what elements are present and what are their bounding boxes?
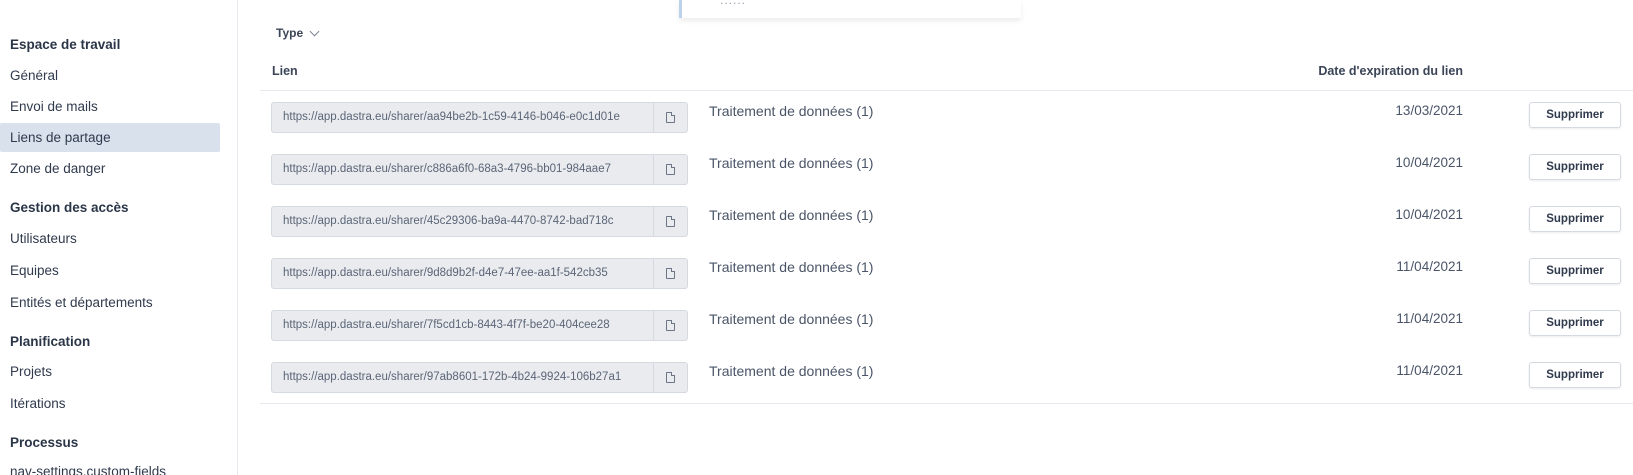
- shared-object: Traitement de données (1): [709, 311, 874, 327]
- column-header-expiry: Date d'expiration du lien: [1318, 64, 1463, 78]
- delete-button[interactable]: Supprimer: [1529, 258, 1621, 284]
- delete-button[interactable]: Supprimer: [1529, 154, 1621, 180]
- table-row: https://app.dastra.eu/sharer/45c29306-ba…: [260, 195, 1633, 247]
- section-workspace: Espace de travail: [10, 37, 121, 52]
- expiry-date: 13/03/2021: [1395, 103, 1463, 118]
- sidebar-item-danger-zone[interactable]: Zone de danger: [0, 154, 220, 183]
- sidebar-item-share-links[interactable]: Liens de partage: [0, 123, 220, 152]
- share-link-url[interactable]: https://app.dastra.eu/sharer/aa94be2b-1c…: [272, 103, 653, 132]
- section-process: Processus: [10, 435, 79, 450]
- sidebar-item-general[interactable]: Général: [0, 61, 220, 90]
- expiry-date: 10/04/2021: [1395, 207, 1463, 222]
- shared-object: Traitement de données (1): [709, 155, 874, 171]
- copy-link-button[interactable]: [653, 363, 687, 392]
- share-link-field[interactable]: https://app.dastra.eu/sharer/7f5cd1cb-84…: [271, 310, 688, 341]
- table-row: https://app.dastra.eu/sharer/7f5cd1cb-84…: [260, 299, 1633, 351]
- delete-button[interactable]: Supprimer: [1529, 206, 1621, 232]
- type-filter-label: Type: [276, 26, 304, 40]
- dropdown-popup: ......: [679, 0, 1021, 18]
- sidebar-item-entities[interactable]: Entités et départements: [0, 288, 220, 317]
- expiry-date: 11/04/2021: [1396, 311, 1463, 326]
- sidebar-item-custom-fields[interactable]: nav-settings.custom-fields: [0, 457, 220, 475]
- document-copy-icon: [666, 372, 675, 383]
- copy-link-button[interactable]: [653, 103, 687, 132]
- expiry-date: 11/04/2021: [1396, 363, 1463, 378]
- delete-button[interactable]: Supprimer: [1529, 102, 1621, 128]
- delete-button[interactable]: Supprimer: [1529, 310, 1621, 336]
- table-row: https://app.dastra.eu/sharer/97ab8601-17…: [260, 351, 1633, 403]
- sidebar-item-projects[interactable]: Projets: [0, 357, 220, 386]
- document-copy-icon: [666, 164, 675, 175]
- sidebar-item-mail[interactable]: Envoi de mails: [0, 92, 220, 121]
- table-row: https://app.dastra.eu/sharer/9d8d9b2f-d4…: [260, 247, 1633, 299]
- document-copy-icon: [666, 216, 675, 227]
- shared-object: Traitement de données (1): [709, 363, 874, 379]
- chevron-down-icon: [309, 26, 320, 36]
- sidebar-item-iterations[interactable]: Itérations: [0, 389, 220, 418]
- settings-sidebar: Espace de travail Général Envoi de mails…: [0, 0, 238, 475]
- copy-link-button[interactable]: [653, 259, 687, 288]
- share-link-field[interactable]: https://app.dastra.eu/sharer/aa94be2b-1c…: [271, 102, 688, 133]
- share-link-field[interactable]: https://app.dastra.eu/sharer/45c29306-ba…: [271, 206, 688, 237]
- section-planning: Planification: [10, 334, 91, 349]
- copy-link-button[interactable]: [653, 311, 687, 340]
- table-row: https://app.dastra.eu/sharer/aa94be2b-1c…: [260, 91, 1633, 143]
- share-link-url[interactable]: https://app.dastra.eu/sharer/9d8d9b2f-d4…: [272, 259, 653, 288]
- shared-object: Traitement de données (1): [709, 259, 874, 275]
- type-filter[interactable]: Type: [276, 26, 320, 40]
- share-link-field[interactable]: https://app.dastra.eu/sharer/97ab8601-17…: [271, 362, 688, 393]
- document-copy-icon: [666, 112, 675, 123]
- table-divider: [260, 403, 1633, 404]
- sidebar-item-teams[interactable]: Equipes: [0, 256, 220, 285]
- popup-text: ......: [720, 0, 747, 7]
- column-header-link: Lien: [272, 64, 298, 78]
- copy-link-button[interactable]: [653, 155, 687, 184]
- share-link-field[interactable]: https://app.dastra.eu/sharer/c886a6f0-68…: [271, 154, 688, 185]
- document-copy-icon: [666, 268, 675, 279]
- expiry-date: 11/04/2021: [1396, 259, 1463, 274]
- document-copy-icon: [666, 320, 675, 331]
- copy-link-button[interactable]: [653, 207, 687, 236]
- share-link-url[interactable]: https://app.dastra.eu/sharer/45c29306-ba…: [272, 207, 653, 236]
- table-row: https://app.dastra.eu/sharer/c886a6f0-68…: [260, 143, 1633, 195]
- expiry-date: 10/04/2021: [1395, 155, 1463, 170]
- shared-object: Traitement de données (1): [709, 207, 874, 223]
- section-access: Gestion des accès: [10, 200, 129, 215]
- share-link-url[interactable]: https://app.dastra.eu/sharer/97ab8601-17…: [272, 363, 653, 392]
- sidebar-item-users[interactable]: Utilisateurs: [0, 224, 220, 253]
- shared-object: Traitement de données (1): [709, 103, 874, 119]
- share-link-field[interactable]: https://app.dastra.eu/sharer/9d8d9b2f-d4…: [271, 258, 688, 289]
- delete-button[interactable]: Supprimer: [1529, 362, 1621, 388]
- share-link-url[interactable]: https://app.dastra.eu/sharer/c886a6f0-68…: [272, 155, 653, 184]
- share-link-url[interactable]: https://app.dastra.eu/sharer/7f5cd1cb-84…: [272, 311, 653, 340]
